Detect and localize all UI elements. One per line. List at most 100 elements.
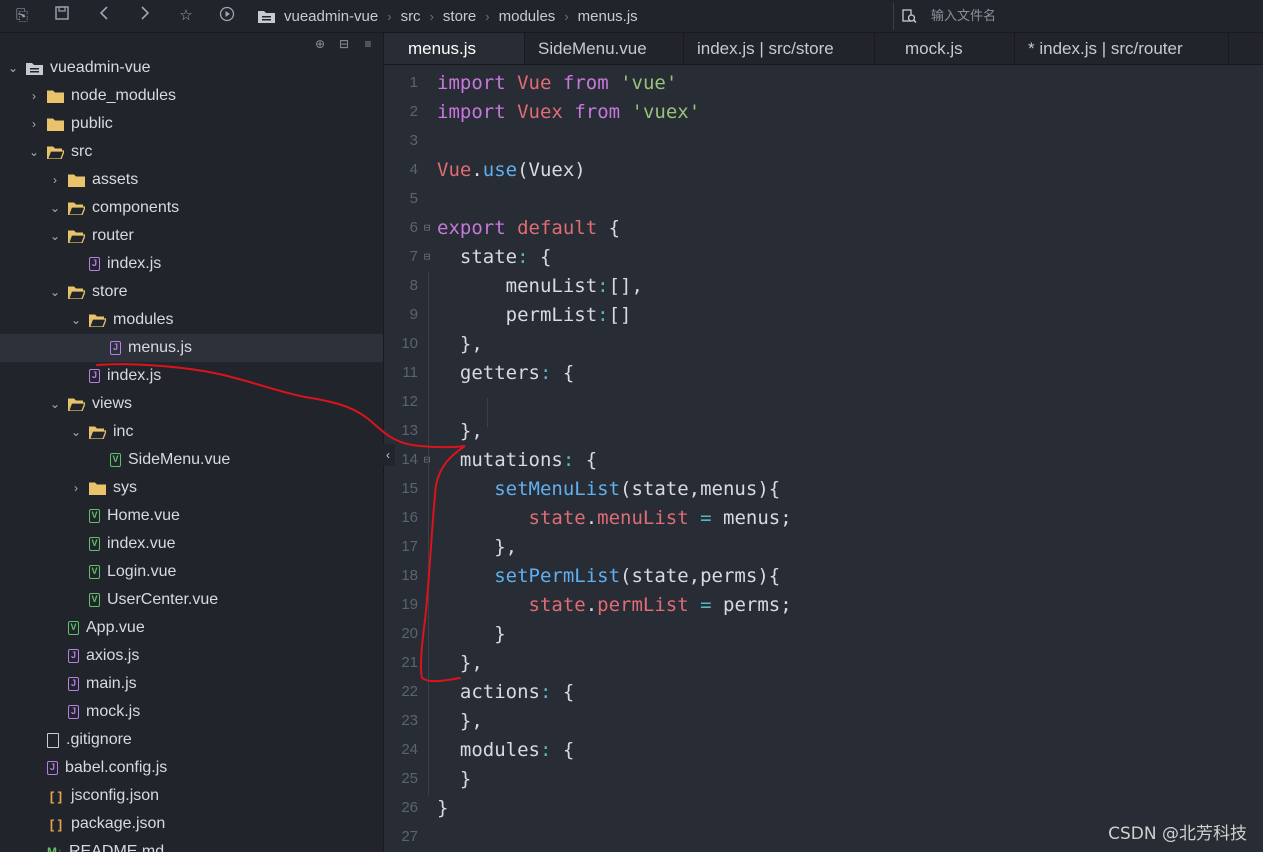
- chevron-down-icon[interactable]: ⌄: [48, 285, 62, 299]
- code-text: export default {: [437, 217, 620, 239]
- folder-icon: [47, 118, 71, 131]
- code-token: {: [551, 738, 575, 761]
- tree-item[interactable]: ›Jmock.js: [0, 698, 383, 726]
- breadcrumb-item[interactable]: src: [401, 8, 421, 25]
- chevron-right-icon[interactable]: ›: [69, 481, 83, 495]
- chevron-right-icon[interactable]: ›: [27, 89, 41, 103]
- breadcrumb-item[interactable]: modules: [499, 8, 556, 25]
- tree-item[interactable]: ›M↓README.md: [0, 838, 383, 852]
- chevron-down-icon[interactable]: ⌄: [48, 397, 62, 411]
- code-line: 19 state.permList = perms;: [384, 590, 1263, 619]
- chevron-down-icon[interactable]: ⌄: [69, 313, 83, 327]
- tree-item[interactable]: ⌄ vueadmin-vue: [0, 54, 381, 82]
- tree-item[interactable]: ›Jindex.js: [0, 250, 383, 278]
- code-token: },: [437, 419, 483, 442]
- project-explorer: ⊕ ⊟ ≡ ⌄ vueadmin-vue › node_modules › public ⌄…: [0, 33, 384, 852]
- tree-item[interactable]: ›VSideMenu.vue: [0, 446, 383, 474]
- run-icon[interactable]: [217, 6, 237, 26]
- code-token: []: [608, 303, 632, 326]
- tree-item[interactable]: ›VApp.vue: [0, 614, 383, 642]
- tree-item[interactable]: ›VHome.vue: [0, 502, 383, 530]
- tree-item[interactable]: ⌄ modules: [0, 306, 383, 334]
- tree-item[interactable]: › node_modules: [0, 82, 383, 110]
- breadcrumb-item[interactable]: menus.js: [578, 8, 638, 25]
- tree-item[interactable]: ›[ ]jsconfig.json: [0, 782, 383, 810]
- code-token: modules: [437, 738, 540, 761]
- tree-item[interactable]: ›VUserCenter.vue: [0, 586, 383, 614]
- chevron-down-icon[interactable]: ⌄: [69, 425, 83, 439]
- tree-item[interactable]: ⌄ components: [0, 194, 383, 222]
- tree-item[interactable]: ›Jmain.js: [0, 670, 383, 698]
- tab-store-index-js[interactable]: index.js | src/store: [684, 33, 875, 64]
- line-number: 19: [401, 596, 418, 613]
- tree-item-label: Home.vue: [107, 507, 180, 524]
- chevron-down-icon[interactable]: ⌄: [48, 229, 62, 243]
- chevron-down-icon[interactable]: ⌄: [6, 61, 20, 75]
- back-icon[interactable]: [94, 6, 114, 26]
- tree-item[interactable]: ⌄ store: [0, 278, 383, 306]
- fold-toggle-icon[interactable]: ⊟: [420, 453, 434, 466]
- breadcrumb-separator-icon: ›: [387, 8, 392, 24]
- code-editor[interactable]: 1 import Vue from 'vue' 2 import Vuex from …: [384, 65, 1263, 852]
- folder-icon: [89, 426, 113, 439]
- line-number: 24: [401, 741, 418, 758]
- code-token: =: [700, 506, 712, 529]
- locate-icon[interactable]: ⊕: [313, 37, 327, 51]
- tree-item[interactable]: ›Jaxios.js: [0, 642, 383, 670]
- code-text: }: [437, 797, 448, 819]
- tree-item[interactable]: ⌄ router: [0, 222, 383, 250]
- tree-item[interactable]: ›[ ]package.json: [0, 810, 383, 838]
- tree-item[interactable]: ⌄ inc: [0, 418, 383, 446]
- tab-menus-js[interactable]: menus.js: [384, 33, 525, 64]
- fold-toggle-icon[interactable]: ⊟: [420, 250, 434, 263]
- chevron-down-icon[interactable]: ⌄: [27, 145, 41, 159]
- tree-item-label: views: [92, 395, 133, 412]
- code-token: .: [585, 506, 598, 529]
- star-icon[interactable]: ☆: [176, 6, 196, 26]
- save-icon[interactable]: [52, 6, 72, 26]
- line-number: 16: [401, 509, 418, 526]
- code-line: 14 ⊟ mutations: {: [384, 445, 1263, 474]
- tree-item-label: index.vue: [107, 535, 176, 552]
- tree-item[interactable]: ›.gitignore: [0, 726, 383, 754]
- breadcrumb-item[interactable]: vueadmin-vue: [284, 8, 378, 25]
- tree-item[interactable]: › sys: [0, 474, 383, 502]
- tree-item[interactable]: ›Jindex.js: [0, 362, 383, 390]
- tree-item[interactable]: ›VLogin.vue: [0, 558, 383, 586]
- tab-router-index-js[interactable]: * index.js | src/router: [1015, 33, 1229, 64]
- tree-item[interactable]: ⌄ src: [0, 138, 383, 166]
- js-file-icon: J: [47, 761, 58, 775]
- chevron-right-icon[interactable]: ›: [27, 117, 41, 131]
- code-token: permList: [437, 303, 598, 326]
- tree-item[interactable]: › assets: [0, 166, 383, 194]
- tree-item[interactable]: ›Jmenus.js: [0, 334, 383, 362]
- code-line: 22 actions: {: [384, 677, 1263, 706]
- tab-mock-js[interactable]: mock.js: [875, 33, 1015, 64]
- tree-item[interactable]: ›Vindex.vue: [0, 530, 383, 558]
- collapse-all-icon[interactable]: ⊟: [337, 37, 351, 51]
- line-number: 13: [401, 422, 418, 439]
- js-file-icon: J: [68, 649, 79, 663]
- outline-icon[interactable]: ⎘: [12, 6, 32, 26]
- breadcrumb-item[interactable]: store: [443, 8, 476, 25]
- fold-toggle-icon[interactable]: ⊟: [420, 221, 434, 234]
- line-number: 12: [401, 393, 418, 410]
- code-text: actions: {: [437, 681, 574, 703]
- code-line: 16 state.menuList = menus;: [384, 503, 1263, 532]
- chevron-right-icon[interactable]: ›: [48, 173, 62, 187]
- line-number: 17: [401, 538, 418, 555]
- tree-item[interactable]: ›Jbabel.config.js: [0, 754, 383, 782]
- code-line: 25 }: [384, 764, 1263, 793]
- tree-item[interactable]: ⌄ views: [0, 390, 383, 418]
- tree-item[interactable]: › public: [0, 110, 383, 138]
- chevron-down-icon[interactable]: ⌄: [48, 201, 62, 215]
- line-number: 10: [401, 335, 418, 352]
- file-search-input[interactable]: [929, 8, 1233, 25]
- forward-icon[interactable]: [135, 6, 155, 26]
- tab-sidemenu-vue[interactable]: SideMenu.vue: [525, 33, 684, 64]
- sidebar-collapse-button[interactable]: ‹: [381, 444, 395, 466]
- menu-icon[interactable]: ≡: [361, 37, 375, 51]
